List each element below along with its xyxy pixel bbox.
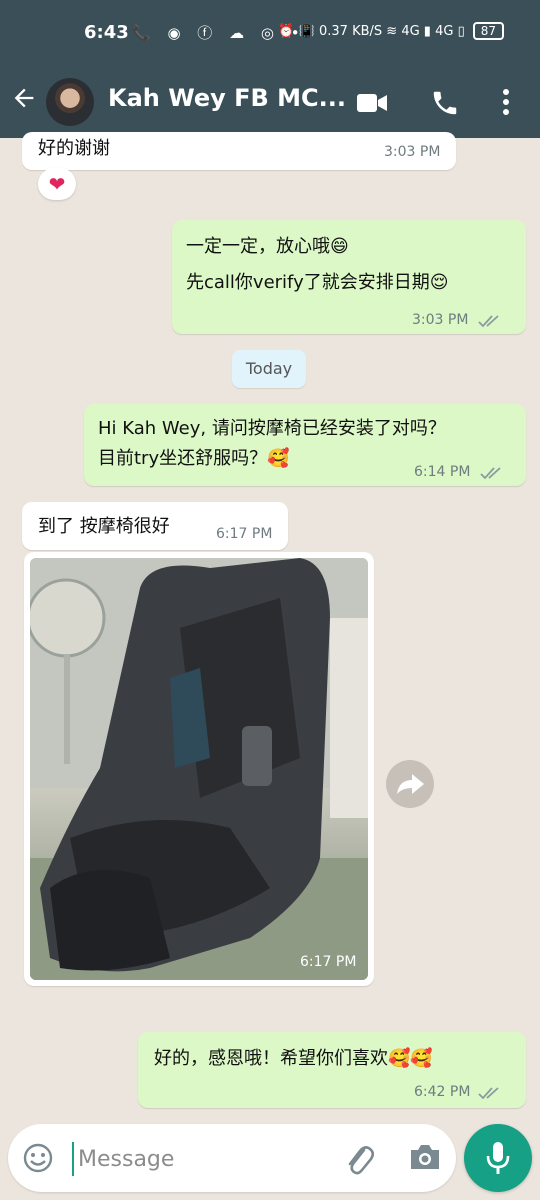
message-time: 6:14 PM [414, 464, 471, 480]
message-text: 好的，感恩哦！希望你们喜欢🥰🥰 [154, 1048, 433, 1069]
more-options-icon[interactable] [498, 86, 514, 118]
microphone-icon [486, 1142, 510, 1174]
date-separator: Today [232, 350, 306, 388]
text-cursor [72, 1142, 74, 1176]
emoji-icon[interactable] [22, 1142, 54, 1174]
voice-record-button[interactable] [464, 1124, 532, 1192]
video-call-icon[interactable] [356, 90, 388, 116]
signal-icons: ⏰ 📳 0.37 KB/S ≋ 4G ▮ 4G ▯ [278, 23, 465, 39]
incoming-message[interactable]: 好的谢谢 3:03 PM [22, 132, 456, 170]
camera-icon[interactable] [408, 1142, 442, 1172]
heart-reaction[interactable]: ❤ [38, 168, 76, 200]
outgoing-message[interactable]: Hi Kah Wey, 请问按摩椅已经安装了对吗？ 目前try坐还舒服吗？🥰 6… [84, 404, 526, 486]
status-bar: 6:43 📞 ◉ ⓕ ☁ ◎ • ⏰ 📳 0.37 KB/S ≋ 4G ▮ 4G… [0, 0, 540, 68]
message-time: 6:17 PM [216, 526, 273, 542]
forward-icon [397, 774, 424, 794]
massage-chair-photo[interactable]: 6:17 PM [30, 558, 368, 980]
message-composer [8, 1124, 456, 1192]
photo-image [30, 558, 368, 980]
message-text-line2: 目前try坐还舒服吗？🥰 [98, 448, 290, 469]
forward-button[interactable] [386, 760, 434, 808]
outgoing-message[interactable]: 一定一定，放心哦😄 先call你verify了就会安排日期😌 3:03 PM [172, 220, 526, 334]
back-arrow-icon[interactable] [10, 84, 38, 119]
avatar[interactable] [46, 78, 94, 126]
message-text-line2: 先call你verify了就会安排日期😌 [186, 272, 449, 293]
photo-time: 6:17 PM [300, 954, 357, 970]
double-check-icon [480, 467, 501, 480]
message-text-line1: Hi Kah Wey, 请问按摩椅已经安装了对吗？ [98, 418, 446, 439]
message-time: 3:03 PM [412, 312, 469, 328]
message-input[interactable] [76, 1138, 350, 1180]
status-time: 6:43 [84, 22, 129, 43]
double-check-icon [478, 1087, 499, 1100]
chat-header: Kah Wey FB MC... [0, 68, 540, 138]
contact-name[interactable]: Kah Wey FB MC... [108, 84, 346, 112]
battery-icon: 87 [472, 22, 504, 40]
message-text-line1: 一定一定，放心哦😄 [186, 236, 349, 257]
voice-call-icon[interactable] [430, 88, 460, 118]
double-check-icon [478, 315, 499, 328]
paperclip-icon[interactable] [344, 1142, 374, 1176]
message-time: 6:42 PM [414, 1084, 471, 1100]
message-time: 3:03 PM [384, 144, 441, 160]
system-icons: ⏰ 📳 0.37 KB/S ≋ 4G ▮ 4G ▯ 87 [278, 22, 504, 40]
incoming-message[interactable]: 到了 按摩椅很好 6:17 PM [22, 502, 288, 550]
chat-area[interactable]: 好的谢谢 3:03 PM ❤ 一定一定，放心哦😄 先call你verify了就会… [0, 132, 540, 1120]
message-text: 好的谢谢 [38, 138, 110, 159]
message-text: 到了 按摩椅很好 [38, 516, 170, 537]
outgoing-message[interactable]: 好的，感恩哦！希望你们喜欢🥰🥰 6:42 PM [138, 1032, 526, 1108]
